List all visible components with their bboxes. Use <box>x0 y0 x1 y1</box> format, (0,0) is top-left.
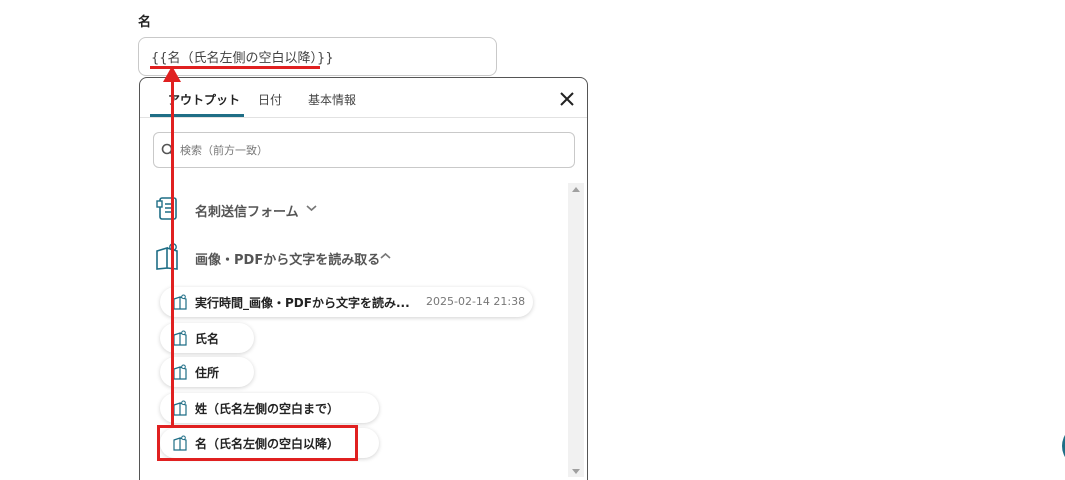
item-label: 住所 <box>195 366 220 380</box>
close-icon[interactable] <box>557 89 577 109</box>
chevron-down-icon <box>306 205 317 212</box>
ocr-icon <box>156 243 178 270</box>
list-item-execution-time[interactable]: 実行時間_画像・PDFから文字を読み... 2025-02-14 21:38 <box>160 287 533 317</box>
list-item-last-name[interactable]: 姓（氏名左側の空白まで） <box>160 393 379 423</box>
name-field[interactable]: {{名（氏名左側の空白以降）}} <box>138 37 497 76</box>
active-tab-indicator <box>150 114 244 117</box>
section-label: 画像・PDFから文字を読み取る <box>195 253 381 268</box>
form-icon <box>156 197 177 220</box>
tab-basic-info[interactable]: 基本情報 <box>308 91 356 108</box>
item-label: 実行時間_画像・PDFから文字を読み... <box>195 296 410 310</box>
annotation-highlight-box <box>157 425 358 461</box>
section-label: 名刺送信フォーム <box>195 205 299 220</box>
annotation-arrow <box>171 80 174 425</box>
item-label: 姓（氏名左側の空白まで） <box>195 402 340 416</box>
ocr-icon <box>173 364 187 380</box>
item-timestamp: 2025-02-14 21:38 <box>426 295 526 308</box>
ocr-icon <box>173 294 187 310</box>
ocr-icon <box>173 400 187 416</box>
search-input[interactable] <box>180 141 560 159</box>
list-item-full-name[interactable]: 氏名 <box>160 323 254 353</box>
tab-output[interactable]: アウトプット <box>168 91 240 108</box>
list-item-address[interactable]: 住所 <box>160 357 254 387</box>
tab-date[interactable]: 日付 <box>258 91 282 108</box>
chevron-up-icon <box>380 252 391 259</box>
scrollbar[interactable] <box>568 183 584 477</box>
item-label: 氏名 <box>195 332 220 346</box>
tab-bar: アウトプット 日付 基本情報 <box>140 78 587 118</box>
scroll-down-arrow-icon[interactable] <box>572 469 580 474</box>
scroll-up-arrow-icon[interactable] <box>572 187 580 192</box>
ocr-icon <box>173 330 187 346</box>
field-label: 名 <box>138 15 152 30</box>
output-picker-panel: アウトプット 日付 基本情報 名刺送信フォーム 画像・PDFから文 <box>139 77 588 480</box>
annotation-arrow-head <box>163 66 181 82</box>
search-box <box>153 132 575 168</box>
